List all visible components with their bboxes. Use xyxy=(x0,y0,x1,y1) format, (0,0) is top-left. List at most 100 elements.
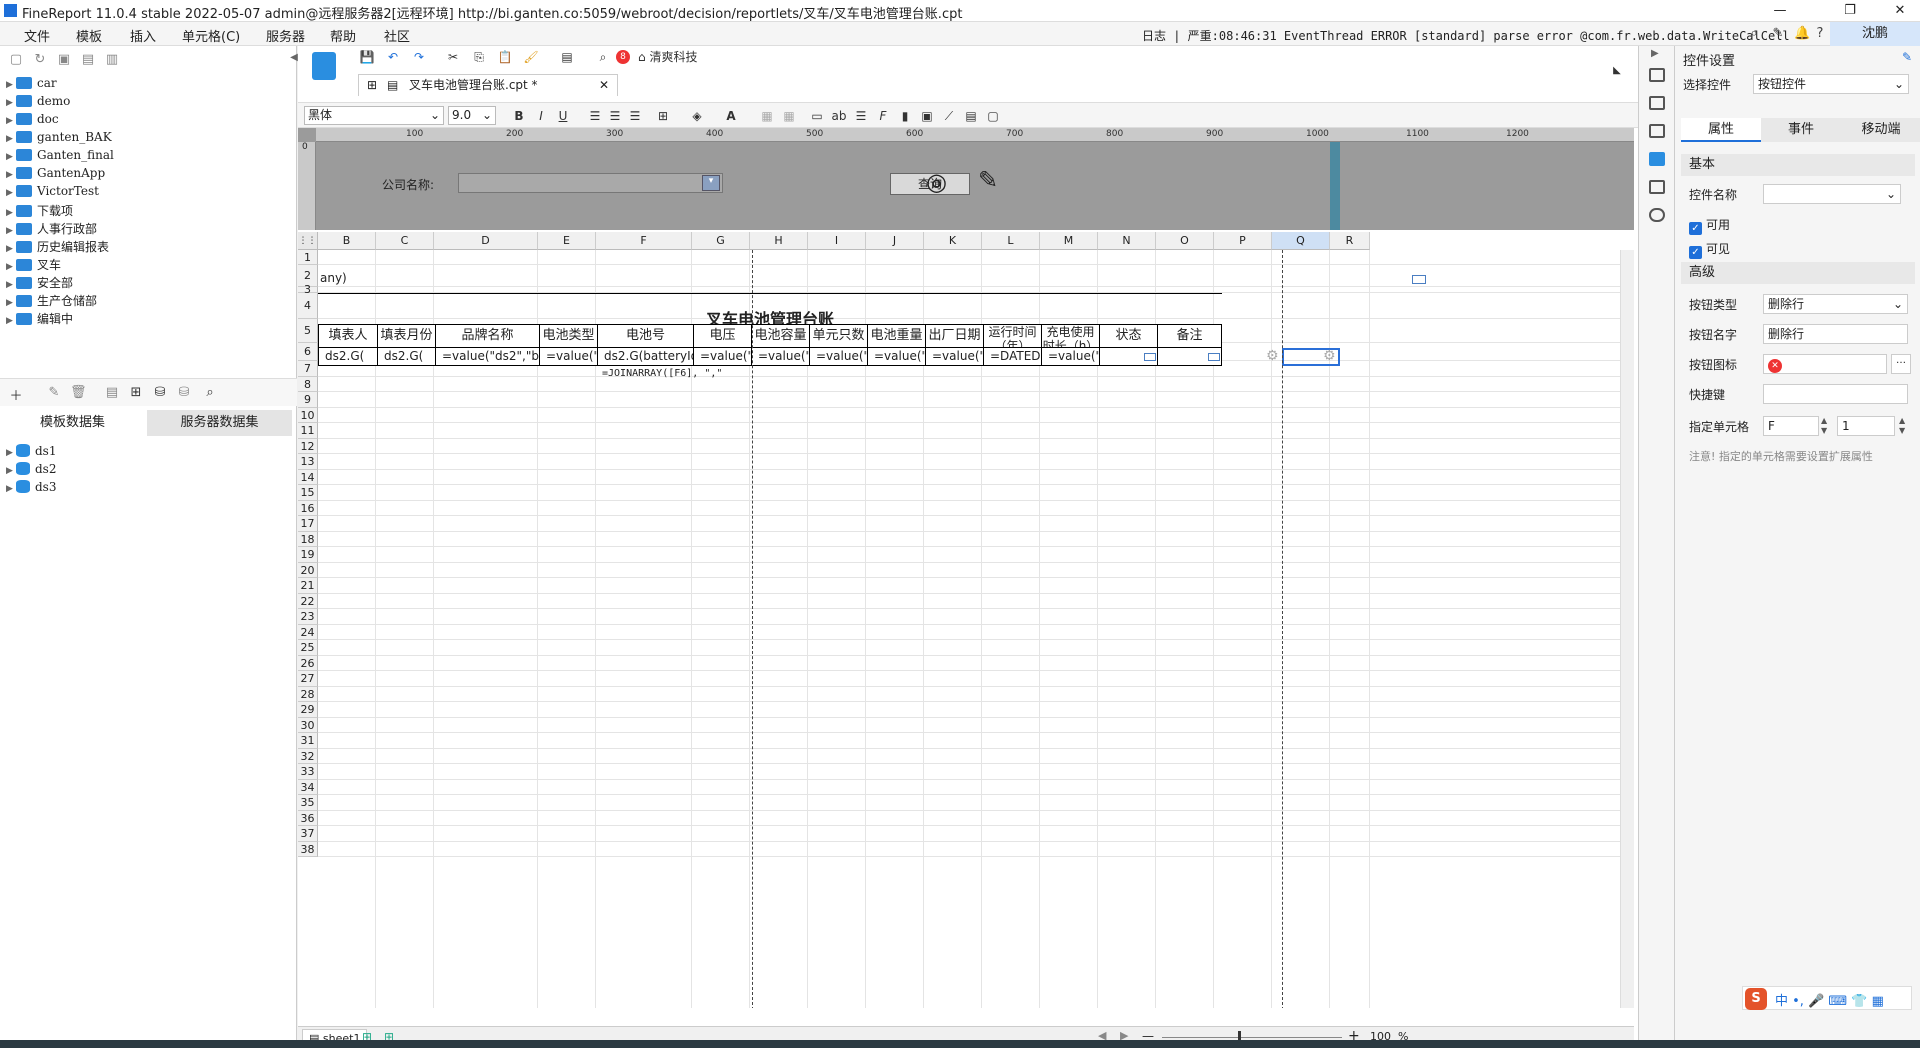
select-control-dropdown[interactable]: 按钮控件 ⌄ xyxy=(1753,74,1909,94)
search-replace-icon[interactable]: ⌕ xyxy=(594,48,612,66)
row-header[interactable]: 11 xyxy=(298,423,318,439)
notification-icon[interactable]: 8 xyxy=(616,50,630,64)
menu-help[interactable]: 帮助 xyxy=(330,26,356,45)
align-center-icon[interactable]: ☰ xyxy=(606,107,624,125)
row-stepper-icon[interactable]: ▲ ▼ xyxy=(1899,416,1905,436)
template-switch-icon[interactable] xyxy=(312,52,336,80)
pencil-icon[interactable]: ✎ xyxy=(978,166,998,194)
row-header[interactable]: 35 xyxy=(298,795,318,811)
header-cell[interactable]: 充电使用时长（h） xyxy=(1042,324,1100,348)
row-header[interactable]: 28 xyxy=(298,686,318,702)
row-header[interactable]: 8 xyxy=(298,376,318,392)
subreport-icon[interactable]: ▤ xyxy=(962,107,980,125)
header-cell[interactable]: 出厂日期 xyxy=(926,324,984,348)
data-cell[interactable]: =value("ds xyxy=(868,348,926,366)
image-icon[interactable]: ▣ xyxy=(918,107,936,125)
tree-folder[interactable]: ▶ doc xyxy=(6,112,59,130)
column-header[interactable]: M xyxy=(1040,232,1098,250)
search-dataset-icon[interactable]: ⌕ xyxy=(202,385,218,401)
save-icon[interactable]: 💾 xyxy=(358,48,376,66)
row-header[interactable]: 23 xyxy=(298,609,318,625)
menu-cell[interactable]: 单元格(C) xyxy=(182,26,240,45)
row-header[interactable]: 34 xyxy=(298,779,318,795)
refresh-icon[interactable]: ↻ xyxy=(32,52,48,68)
pin-icon[interactable]: ✎ xyxy=(1902,50,1912,64)
visible-checkbox[interactable]: ✓ 可见 xyxy=(1689,240,1730,259)
row7-formula[interactable]: =JOINARRAY([F6], "," xyxy=(602,368,722,379)
column-header[interactable]: H xyxy=(750,232,808,250)
slash-icon[interactable]: ⟋ xyxy=(940,107,958,125)
row-header[interactable]: 31 xyxy=(298,733,318,749)
row-header[interactable]: 29 xyxy=(298,702,318,718)
column-header[interactable]: I xyxy=(808,232,866,250)
chart-icon[interactable]: ▮ xyxy=(896,107,914,125)
lock-icon[interactable]: ▣ xyxy=(56,52,72,68)
hotkey-input[interactable] xyxy=(1763,384,1908,404)
edit-icon[interactable]: ✎ xyxy=(46,385,62,401)
row-header[interactable]: 22 xyxy=(298,593,318,609)
notes-icon[interactable]: ✎ xyxy=(1770,26,1786,42)
more-icon[interactable]: … xyxy=(1891,354,1911,374)
tree-folder[interactable]: ▶ 下载项 xyxy=(6,202,73,220)
dropdown-icon[interactable]: ▾ xyxy=(702,175,720,191)
vertical-scrollbar[interactable] xyxy=(1620,250,1634,1008)
undo-icon[interactable]: ↶ xyxy=(384,48,402,66)
menu-server[interactable]: 服务器 xyxy=(266,26,305,45)
delete-icon[interactable]: 🗑 xyxy=(70,385,87,401)
menu-insert[interactable]: 插入 xyxy=(130,26,156,45)
dropdown-widget-marker[interactable] xyxy=(1144,353,1156,361)
close-button[interactable]: ✕ xyxy=(1880,2,1920,20)
richtext-icon[interactable]: ☰ xyxy=(852,107,870,125)
cell-attr-icon[interactable] xyxy=(1649,68,1665,82)
tab-events[interactable]: 事件 xyxy=(1761,118,1841,142)
row-header[interactable]: 38 xyxy=(298,841,318,857)
column-header[interactable]: D xyxy=(434,232,538,250)
menu-file[interactable]: 文件 xyxy=(24,26,50,45)
tree-folder[interactable]: ▶ ganten_BAK xyxy=(6,130,112,148)
data-cell[interactable]: ds2.G( xyxy=(318,348,378,366)
row-header[interactable]: 36 xyxy=(298,810,318,826)
copy-icon[interactable]: ⎘ xyxy=(470,48,488,66)
dataset-item[interactable]: ▶ ds1 xyxy=(6,444,56,462)
widget-attr-icon[interactable] xyxy=(1649,96,1665,110)
control-name-input[interactable]: ⌄ xyxy=(1763,184,1901,204)
new-folder-icon[interactable]: ▢ xyxy=(8,52,24,68)
align-left-icon[interactable]: ☰ xyxy=(586,107,604,125)
log-status[interactable]: 日志 | 严重:08:46:31 EventThread ERROR [stan… xyxy=(1142,27,1790,44)
border-icon[interactable]: ⊞ xyxy=(654,107,672,125)
header-cell[interactable]: 填表月份 xyxy=(378,324,436,348)
data-cell[interactable]: =value("ds2","bran xyxy=(436,348,540,366)
column-header[interactable]: R xyxy=(1330,232,1370,250)
tree-folder[interactable]: ▶ car xyxy=(6,76,57,94)
row-header[interactable]: 24 xyxy=(298,624,318,640)
row-header[interactable]: 25 xyxy=(298,640,318,656)
database-icon[interactable]: ⛁ xyxy=(152,385,168,401)
header-cell[interactable]: 电池重量 xyxy=(868,324,926,348)
minimize-button[interactable]: — xyxy=(1760,2,1800,20)
textbox-widget-marker[interactable] xyxy=(1208,353,1220,361)
tab-properties[interactable]: 属性 xyxy=(1681,118,1761,142)
data-cell[interactable]: ds2.G( xyxy=(378,348,436,366)
row-header[interactable]: 5 xyxy=(298,319,318,343)
header-cell[interactable]: 备注 xyxy=(1158,324,1222,348)
row-header[interactable]: 19 xyxy=(298,547,318,563)
unlock-icon[interactable]: ▤ xyxy=(80,52,96,68)
text-icon[interactable]: ab xyxy=(830,107,848,125)
data-cell[interactable]: =value("ds xyxy=(1042,348,1100,366)
column-header[interactable]: J xyxy=(866,232,924,250)
font-color-icon[interactable]: A xyxy=(722,107,740,125)
button-type-select[interactable]: 删除行 ⌄ xyxy=(1763,294,1908,314)
row-header[interactable]: 12 xyxy=(298,438,318,454)
add-dataset-icon[interactable]: ＋ xyxy=(8,385,24,404)
vendor-button[interactable]: ⌂ 清爽科技 xyxy=(638,48,697,66)
merge-icon[interactable]: ▦ xyxy=(758,107,776,125)
data-cell[interactable]: =value("ds xyxy=(694,348,752,366)
paste-icon[interactable]: 📋 xyxy=(496,48,514,66)
row2-text[interactable]: any) xyxy=(320,271,347,285)
row-header[interactable]: 14 xyxy=(298,469,318,485)
control-settings-icon[interactable] xyxy=(1649,152,1665,166)
column-header[interactable]: F xyxy=(596,232,692,250)
zoom-slider[interactable] xyxy=(1162,1037,1342,1038)
row-header[interactable]: 32 xyxy=(298,748,318,764)
tree-folder[interactable]: ▶ demo xyxy=(6,94,70,112)
